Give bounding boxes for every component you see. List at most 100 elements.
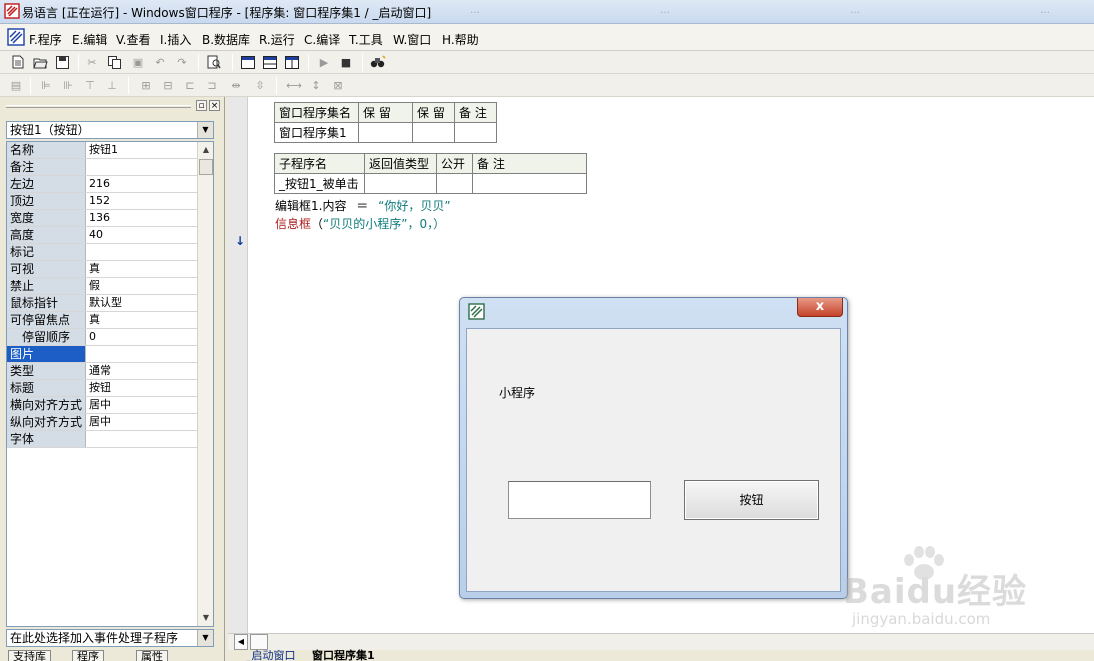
menu-window[interactable]: W.窗口	[393, 31, 431, 48]
tab-support-library[interactable]: 支持库	[8, 650, 51, 661]
resize-height-icon[interactable]: ↕	[308, 77, 324, 93]
scroll-up-icon[interactable]: ▲	[198, 142, 213, 158]
resize-width-icon[interactable]: ⟷	[286, 77, 302, 93]
stop-icon[interactable]: ■	[338, 54, 354, 70]
property-value[interactable]	[87, 346, 197, 362]
property-row[interactable]: 名称 按钮1	[7, 142, 197, 159]
undo-icon[interactable]: ↶	[152, 54, 168, 70]
scroll-down-icon[interactable]: ▼	[198, 610, 213, 626]
menu-tools[interactable]: T.工具	[349, 31, 383, 48]
menu-database[interactable]: B.数据库	[202, 31, 250, 48]
property-value[interactable]: 假	[87, 278, 197, 294]
table-cell[interactable]	[412, 122, 455, 143]
property-row[interactable]: 可停留焦点真	[7, 312, 197, 329]
scroll-thumb[interactable]	[250, 634, 268, 650]
table-cell[interactable]	[364, 173, 437, 194]
property-value[interactable]: 152	[87, 193, 197, 209]
menu-help[interactable]: H.帮助	[442, 31, 479, 48]
tab-properties[interactable]: 属性	[136, 650, 168, 661]
menu-compile[interactable]: C.编译	[304, 31, 340, 48]
panel-close-icon[interactable]: ×	[209, 100, 220, 111]
resize-both-icon[interactable]: ⊠	[330, 77, 346, 93]
table-cell[interactable]	[358, 122, 413, 143]
property-value[interactable]: 136	[87, 210, 197, 226]
property-row[interactable]: 可视真	[7, 261, 197, 278]
center-vertical-icon[interactable]: ⊟	[160, 77, 176, 93]
menu-program[interactable]: F.程序	[29, 31, 62, 48]
spacing-vertical-icon[interactable]: ⇳	[252, 77, 268, 93]
tab-startup-window[interactable]: _启动窗口	[246, 650, 296, 661]
property-row[interactable]: 鼠标指针 默认型	[7, 295, 197, 312]
same-width-icon[interactable]: ⊏	[182, 77, 198, 93]
property-value[interactable]: 按钮1	[87, 142, 197, 158]
property-value[interactable]: 真	[87, 261, 197, 277]
property-row[interactable]: 顶边 152	[7, 193, 197, 210]
event-select[interactable]: 在此处选择加入事件处理子程序 ▼	[6, 629, 214, 647]
property-row[interactable]: 图片	[7, 346, 197, 363]
tab-assembly[interactable]: 窗口程序集1	[312, 650, 375, 661]
chevron-down-icon[interactable]: ▼	[197, 122, 213, 138]
property-scrollbar[interactable]: ▲ ▼	[197, 142, 213, 626]
code-horizontal-scrollbar[interactable]: ◀	[228, 633, 1094, 650]
redo-icon[interactable]: ↷	[174, 54, 190, 70]
code-line-1[interactable]: 编辑框1.内容 ＝ “你好，贝贝”	[275, 197, 451, 214]
align-top-icon[interactable]: ⊤	[82, 77, 98, 93]
same-height-icon[interactable]: ⊐	[204, 77, 220, 93]
property-value[interactable]: 216	[87, 176, 197, 192]
property-row[interactable]: 标记	[7, 244, 197, 261]
tab-program[interactable]: 程序	[72, 650, 104, 661]
menu-run[interactable]: R.运行	[259, 31, 295, 48]
paste-icon[interactable]: ▣	[130, 54, 146, 70]
property-row[interactable]: 横向对齐方式 居中	[7, 397, 197, 414]
layout-pane-icon[interactable]	[284, 54, 300, 70]
menu-view[interactable]: V.查看	[116, 31, 150, 48]
property-row[interactable]: 类型 通常	[7, 363, 197, 380]
assembly-name-cell[interactable]: 窗口程序集1	[274, 122, 359, 143]
align-bottom-icon[interactable]: ⊥	[104, 77, 120, 93]
property-value[interactable]: 0	[87, 329, 197, 345]
subroutine-name-cell[interactable]: _按钮1_被单击	[274, 173, 365, 194]
property-value[interactable]	[87, 431, 197, 447]
property-row[interactable]: 宽度 136	[7, 210, 197, 227]
table-cell[interactable]	[454, 122, 497, 143]
property-value[interactable]	[87, 244, 197, 260]
property-row[interactable]: 纵向对齐方式 居中	[7, 414, 197, 431]
align-right-icon[interactable]: ⊪	[60, 77, 76, 93]
close-window-button[interactable]: x	[797, 298, 843, 317]
cut-icon[interactable]: ✂	[84, 54, 100, 70]
find-binoculars-icon[interactable]	[370, 54, 386, 70]
form-icon[interactable]: ▤	[8, 77, 24, 93]
scroll-thumb[interactable]	[199, 159, 213, 175]
menu-edit[interactable]: E.编辑	[72, 31, 107, 48]
new-file-icon[interactable]	[10, 54, 26, 70]
property-value[interactable]: 真	[87, 312, 197, 328]
edit-box[interactable]	[508, 481, 651, 519]
property-value[interactable]: 通常	[87, 363, 197, 379]
action-button[interactable]: 按钮	[684, 480, 819, 520]
menu-insert[interactable]: I.插入	[160, 31, 191, 48]
chevron-down-icon[interactable]: ▼	[197, 630, 213, 646]
property-row[interactable]: 禁止假	[7, 278, 197, 295]
align-left-icon[interactable]: ⊫	[38, 77, 54, 93]
spacing-horizontal-icon[interactable]: ⇹	[228, 77, 244, 93]
scroll-left-icon[interactable]: ◀	[234, 634, 248, 650]
save-icon[interactable]	[54, 54, 70, 70]
panel-grip[interactable]	[6, 105, 191, 108]
center-horizontal-icon[interactable]: ⊞	[138, 77, 154, 93]
property-value[interactable]: 按钮	[87, 380, 197, 396]
property-row[interactable]: 停留顺序 0	[7, 329, 197, 346]
property-value[interactable]	[87, 159, 197, 175]
property-row[interactable]: 左边 216	[7, 176, 197, 193]
component-select[interactable]: 按钮1（按钮） ▼	[6, 121, 214, 139]
panel-restore-icon[interactable]: ▫	[196, 100, 207, 111]
property-row[interactable]: 高度 40	[7, 227, 197, 244]
property-row[interactable]: 字体	[7, 431, 197, 448]
property-value[interactable]: 默认型	[87, 295, 197, 311]
layout-full-icon[interactable]	[240, 54, 256, 70]
run-icon[interactable]: ▶	[316, 54, 332, 70]
layout-split-icon[interactable]	[262, 54, 278, 70]
open-folder-icon[interactable]	[32, 54, 48, 70]
property-value[interactable]: 居中	[87, 397, 197, 413]
table-cell[interactable]	[436, 173, 473, 194]
property-row[interactable]: 备注	[7, 159, 197, 176]
